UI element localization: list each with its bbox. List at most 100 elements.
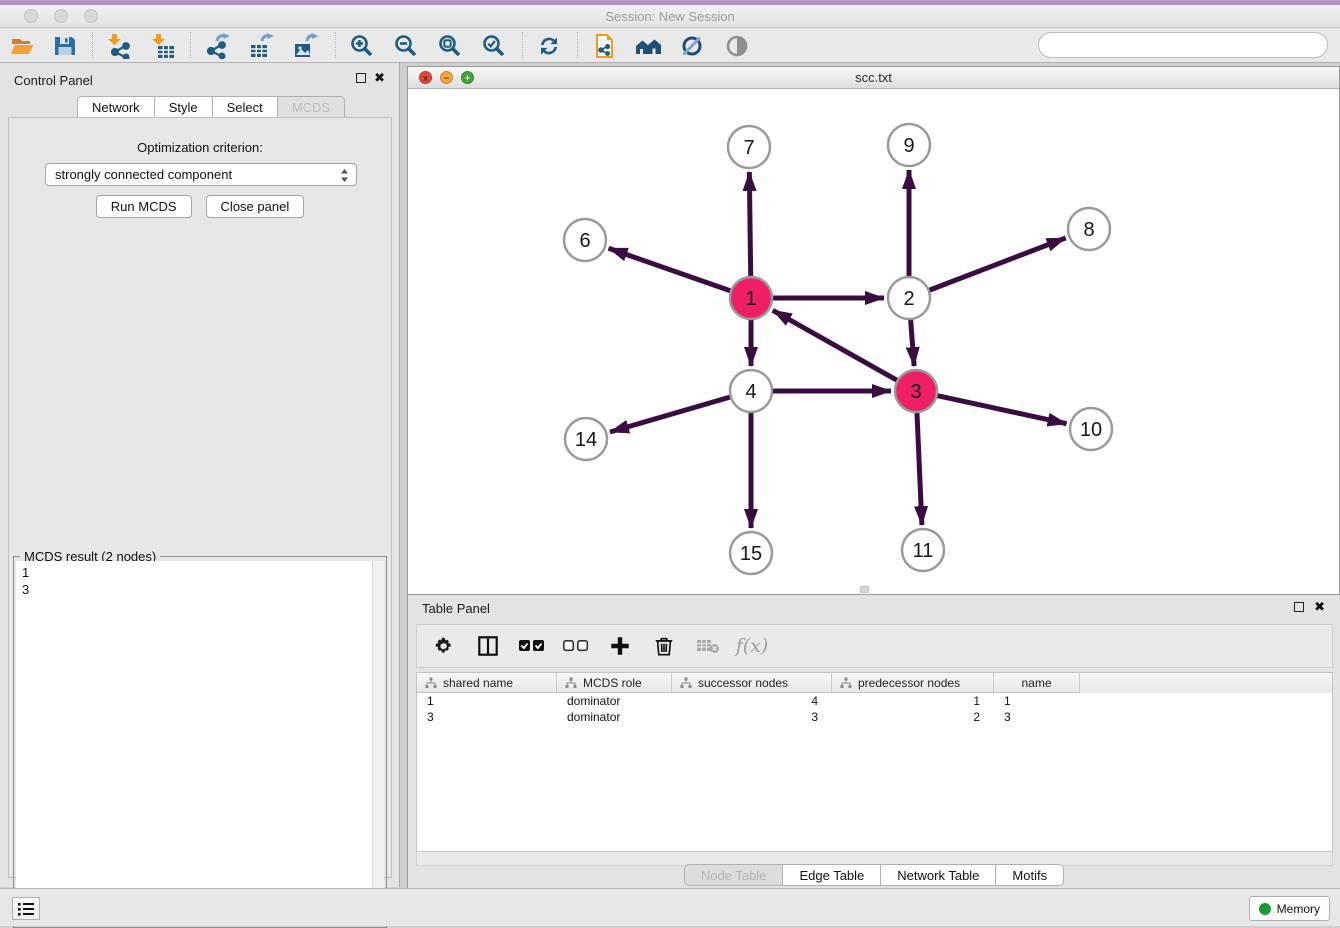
zoom-in-icon[interactable] xyxy=(347,31,377,60)
toolbar-separator xyxy=(190,32,191,58)
memory-label: Memory xyxy=(1277,902,1320,916)
toolbar-separator xyxy=(577,32,578,58)
table-body: 1dominator4113dominator323 xyxy=(417,693,1332,725)
graph-node-label: 2 xyxy=(903,288,914,310)
tab-motifs[interactable]: Motifs xyxy=(996,864,1064,886)
column-type-icon xyxy=(840,677,852,689)
save-session-icon[interactable] xyxy=(50,31,80,60)
graph-node-label: 11 xyxy=(913,540,934,562)
chevron-updown-icon xyxy=(340,168,349,183)
select-all-checkboxes-icon[interactable] xyxy=(519,633,545,659)
column-header-name[interactable]: name xyxy=(994,673,1080,693)
mcds-panel-body: Optimization criterion: strongly connect… xyxy=(8,117,392,878)
refresh-icon[interactable] xyxy=(534,31,564,60)
show-all-panels-icon[interactable] xyxy=(634,31,664,60)
edge-3-1[interactable] xyxy=(773,310,897,380)
open-session-icon[interactable] xyxy=(8,31,38,60)
node-table: shared nameMCDS rolesuccessor nodesprede… xyxy=(416,672,1333,852)
tab-network-table[interactable]: Network Table xyxy=(881,864,996,886)
column-layout-icon[interactable] xyxy=(475,633,501,659)
criterion-select[interactable]: strongly connected component xyxy=(45,163,357,186)
export-image-icon[interactable] xyxy=(291,31,321,60)
table-panel: Table Panel ✖ f(x) shared nameMCDS roles… xyxy=(407,595,1340,888)
toolbar-separator xyxy=(335,32,336,58)
mcds-result-group: MCDS result (2 nodes) 13 xyxy=(13,556,387,928)
cell-name: 1 xyxy=(994,693,1080,709)
close-panel-button[interactable]: Close panel xyxy=(206,195,305,218)
panel-list-icon[interactable] xyxy=(12,897,40,920)
control-panel-title: Control Panel xyxy=(14,73,93,88)
import-table-icon[interactable] xyxy=(147,31,177,60)
delete-column-icon[interactable] xyxy=(651,633,677,659)
export-table-icon[interactable] xyxy=(247,31,277,60)
export-network-icon[interactable] xyxy=(203,31,233,60)
add-column-icon[interactable] xyxy=(607,633,633,659)
search-input[interactable] xyxy=(1038,32,1328,58)
deselect-checkboxes-icon[interactable] xyxy=(563,633,589,659)
table-row[interactable]: 3dominator323 xyxy=(417,709,1332,725)
zoom-fit-icon[interactable] xyxy=(435,31,465,60)
tab-edge-table[interactable]: Edge Table xyxy=(783,864,881,886)
view-resize-grip[interactable] xyxy=(860,586,869,593)
run-mcds-button[interactable]: Run MCDS xyxy=(96,195,192,218)
memory-status-icon xyxy=(1259,903,1271,915)
result-scrollbar[interactable] xyxy=(372,561,384,925)
column-header-successor-nodes[interactable]: successor nodes xyxy=(672,673,832,693)
zoom-selected-icon[interactable] xyxy=(479,31,509,60)
edge-3-11[interactable] xyxy=(917,413,922,525)
tab-node-table[interactable]: Node Table xyxy=(684,864,784,886)
cell-MCDS-role: dominator xyxy=(557,693,672,709)
app-titlebar: Session: New Session xyxy=(0,5,1340,28)
close-table-panel-icon[interactable]: ✖ xyxy=(1314,602,1325,612)
table-row[interactable]: 1dominator411 xyxy=(417,693,1332,709)
hide-panels-icon[interactable] xyxy=(678,31,708,60)
edge-3-10[interactable] xyxy=(937,396,1066,424)
graph-node-label: 10 xyxy=(1080,419,1102,441)
close-panel-icon[interactable]: ✖ xyxy=(374,73,385,83)
cell-shared-name: 3 xyxy=(417,709,557,725)
tab-network[interactable]: Network xyxy=(77,96,155,118)
tab-select[interactable]: Select xyxy=(213,96,278,118)
result-line: 1 xyxy=(22,564,372,581)
main-toolbar xyxy=(0,28,1340,63)
zoom-out-icon[interactable] xyxy=(391,31,421,60)
criterion-value: strongly connected component xyxy=(55,167,232,182)
toolbar-separator xyxy=(522,32,523,58)
network-graph-canvas[interactable]: 1234678910111415 xyxy=(408,89,1339,594)
edge-1-6[interactable] xyxy=(609,248,731,290)
column-header-shared-name[interactable]: shared name xyxy=(417,673,557,693)
float-table-panel-icon[interactable] xyxy=(1294,602,1304,612)
cell-shared-name: 1 xyxy=(417,693,557,709)
table-panel-title: Table Panel xyxy=(422,601,490,616)
edge-1-7[interactable] xyxy=(749,172,750,276)
tab-mcds[interactable]: MCDS xyxy=(278,96,345,118)
tab-style[interactable]: Style xyxy=(155,96,213,118)
table-settings-gear-icon[interactable] xyxy=(431,633,457,659)
mcds-result-textarea[interactable]: 13 xyxy=(16,561,372,925)
column-header-predecessor-nodes[interactable]: predecessor nodes xyxy=(832,673,994,693)
column-header-MCDS-role[interactable]: MCDS role xyxy=(557,673,672,693)
edge-4-14[interactable] xyxy=(610,397,730,432)
cell-MCDS-role: dominator xyxy=(557,709,672,725)
toolbar-separator xyxy=(92,32,93,58)
graph-node-label: 3 xyxy=(910,381,921,403)
graph-node-label: 7 xyxy=(743,137,754,159)
import-network-icon[interactable] xyxy=(103,31,133,60)
result-line: 3 xyxy=(22,581,372,598)
table-header-row: shared nameMCDS rolesuccessor nodesprede… xyxy=(417,673,1332,693)
float-panel-icon[interactable] xyxy=(356,73,366,83)
graph-node-label: 4 xyxy=(745,381,756,403)
control-panel: Control Panel ✖ NetworkStyleSelectMCDS O… xyxy=(0,63,400,887)
window-title: Session: New Session xyxy=(0,9,1340,24)
edge-2-3[interactable] xyxy=(911,320,914,366)
graph-node-label: 1 xyxy=(745,288,756,310)
memory-button[interactable]: Memory xyxy=(1249,896,1330,921)
toggle-view-icon[interactable] xyxy=(722,31,752,60)
function-builder-disabled-icon: f(x) xyxy=(739,633,765,659)
column-type-icon xyxy=(680,677,692,689)
control-panel-tabs: NetworkStyleSelectMCDS xyxy=(77,96,345,118)
column-type-icon xyxy=(425,677,437,689)
edge-2-8[interactable] xyxy=(930,238,1066,290)
graph-node-label: 6 xyxy=(579,230,590,252)
new-network-from-selection-icon[interactable] xyxy=(590,31,620,60)
